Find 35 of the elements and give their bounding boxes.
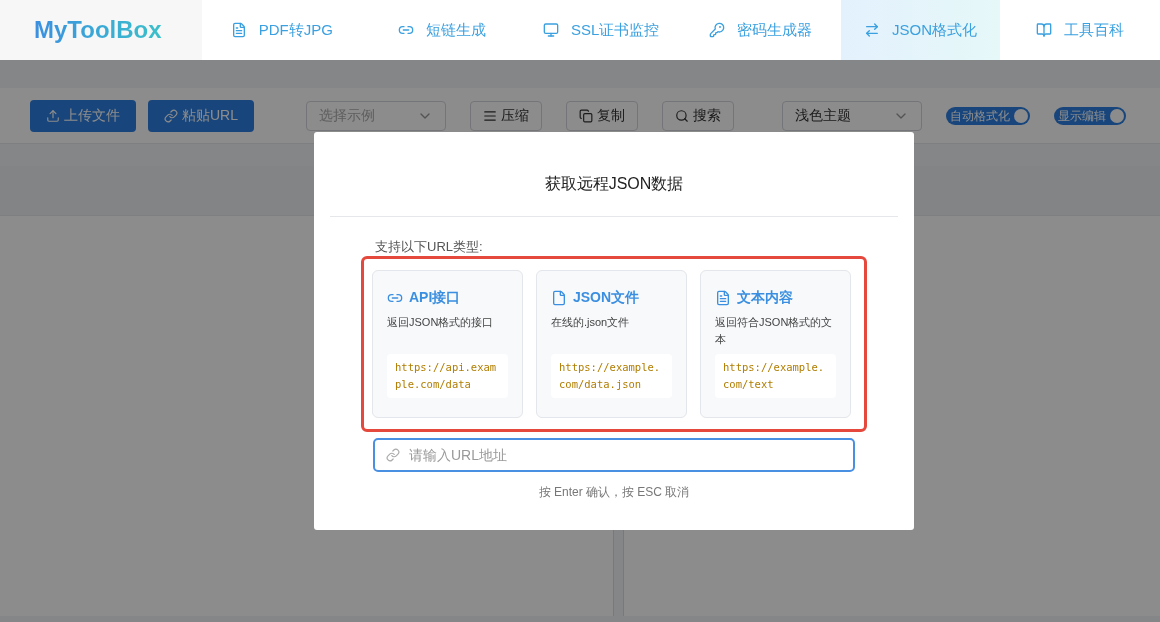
text-document-icon bbox=[715, 289, 731, 306]
copy-icon bbox=[579, 108, 593, 123]
document-icon bbox=[551, 289, 567, 306]
select-field[interactable]: 浅色主题 bbox=[782, 100, 922, 131]
card-title: JSON文件 bbox=[573, 288, 640, 307]
document-icon bbox=[230, 22, 247, 38]
search-icon bbox=[675, 108, 689, 123]
key-icon bbox=[709, 22, 726, 38]
card-title: 文本内容 bbox=[737, 288, 793, 307]
toolbar-button[interactable]: 复制 bbox=[566, 100, 638, 131]
monitor-icon bbox=[543, 22, 559, 38]
upload-icon bbox=[46, 108, 60, 123]
link-icon bbox=[386, 448, 400, 462]
link-icon bbox=[164, 108, 178, 123]
example-url: https://example.com/data.json bbox=[551, 354, 672, 398]
toggle-switch[interactable]: 显示编辑 bbox=[1054, 106, 1126, 125]
toolbar-button[interactable]: 搜索 bbox=[662, 100, 734, 131]
url-input[interactable]: 请输入URL地址 bbox=[373, 438, 855, 472]
keyboard-hint: 按 Enter 确认，按 ESC 取消 bbox=[538, 484, 690, 501]
toolbar-button[interactable]: 上传文件 bbox=[30, 99, 136, 132]
book-icon bbox=[1036, 22, 1053, 38]
example-url: https://example.com/text bbox=[715, 354, 836, 398]
toggle-switch[interactable]: 自动格式化 bbox=[946, 106, 1030, 125]
example-url: https://api.example.com/data bbox=[387, 354, 508, 398]
intro-text: 支持以下URL类型: bbox=[374, 239, 484, 256]
arrows-icon bbox=[864, 22, 880, 38]
card-description: 在线的.json文件 bbox=[551, 315, 631, 330]
card-title: API接口 bbox=[409, 288, 461, 307]
toolbar-button[interactable]: 粘贴URL bbox=[148, 99, 254, 132]
card-description: 返回符合JSON格式的文本 bbox=[715, 315, 834, 347]
card-description: 返回JSON格式的接口 bbox=[387, 315, 495, 330]
toolbar-button[interactable]: 压缩 bbox=[470, 100, 542, 131]
lines-icon bbox=[483, 108, 497, 123]
nav-tab[interactable]: JSON格式化 bbox=[840, 0, 1001, 60]
dialog-title: 获取远程JSON数据 bbox=[544, 174, 684, 194]
